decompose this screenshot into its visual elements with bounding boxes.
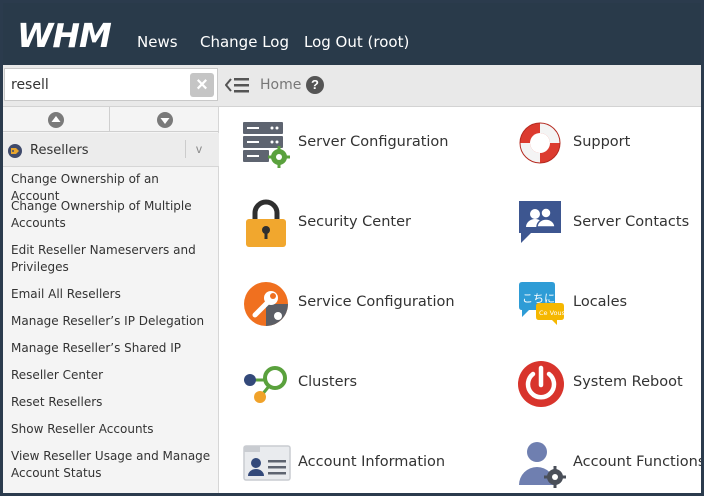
- help-icon[interactable]: ?: [306, 76, 324, 94]
- id-card-icon[interactable]: [242, 443, 292, 488]
- tile-support[interactable]: Support: [573, 134, 630, 150]
- logo-text: WHM: [17, 19, 112, 51]
- scroll-down-button[interactable]: [111, 107, 219, 132]
- whm-window: WHM News Change Log Log Out (root) × Hom…: [0, 0, 704, 496]
- sidebar-group-label: Resellers: [30, 143, 89, 158]
- collapse-sidebar-icon[interactable]: [224, 75, 251, 100]
- locales-icon[interactable]: こちに Ce Vous: [517, 281, 566, 332]
- close-icon[interactable]: ×: [190, 73, 214, 97]
- tag-icon: [7, 143, 23, 164]
- tile-account-functions[interactable]: Account Functions: [573, 454, 701, 470]
- power-icon[interactable]: [517, 360, 565, 413]
- nav-change-log-link[interactable]: Change Log: [200, 33, 289, 51]
- breadcrumb-home[interactable]: Home: [260, 77, 301, 93]
- scroll-up-button[interactable]: [3, 107, 110, 132]
- search-box: ×: [4, 68, 218, 101]
- sidebar-item-edit-nameservers[interactable]: Edit Reseller Nameservers and Privileges: [11, 242, 211, 276]
- locales-badge-sub: Ce Vous: [539, 309, 565, 317]
- tile-security-center[interactable]: Security Center: [298, 214, 411, 230]
- sidebar-item-reseller-usage[interactable]: View Reseller Usage and Manage Account S…: [11, 448, 211, 482]
- sidebar-item-reset-resellers[interactable]: Reset Resellers: [11, 394, 211, 411]
- lifebuoy-icon[interactable]: [517, 120, 563, 171]
- chevron-up-icon: [48, 112, 64, 128]
- user-gear-icon[interactable]: [517, 439, 567, 493]
- tile-locales[interactable]: Locales: [573, 294, 627, 310]
- chevron-down-icon: [157, 112, 173, 128]
- tile-clusters[interactable]: Clusters: [298, 374, 357, 390]
- sidebar-scroll-controls: [3, 107, 219, 132]
- divider: [185, 140, 186, 158]
- sidebar-item-ip-delegation[interactable]: Manage Reseller’s IP Delegation: [11, 313, 211, 330]
- sidebar-item-reseller-center[interactable]: Reseller Center: [11, 367, 211, 384]
- server-config-icon[interactable]: [242, 120, 290, 173]
- nav-news-link[interactable]: News: [137, 33, 178, 51]
- tile-server-contacts[interactable]: Server Contacts: [573, 214, 689, 230]
- whm-logo[interactable]: WHM: [17, 16, 121, 56]
- tile-account-information[interactable]: Account Information: [298, 454, 445, 470]
- top-bar: WHM News Change Log Log Out (root): [3, 3, 701, 65]
- sidebar: Resellers v Change Ownership of an Accou…: [3, 107, 219, 493]
- search-input[interactable]: [11, 74, 181, 96]
- contacts-icon[interactable]: [517, 199, 563, 250]
- sidebar-item-shared-ip[interactable]: Manage Reseller’s Shared IP: [11, 340, 211, 357]
- sidebar-item-show-accounts[interactable]: Show Reseller Accounts: [11, 421, 211, 438]
- wrench-gear-icon[interactable]: [242, 280, 290, 333]
- sidebar-group-resellers[interactable]: Resellers v: [3, 133, 219, 167]
- sidebar-item-change-ownership-multiple[interactable]: Change Ownership of Multiple Accounts: [11, 198, 211, 232]
- sidebar-item-email-resellers[interactable]: Email All Resellers: [11, 286, 211, 303]
- nav-logout-link[interactable]: Log Out (root): [304, 33, 409, 51]
- tile-system-reboot[interactable]: System Reboot: [573, 374, 683, 390]
- group-collapse-toggle[interactable]: v: [196, 142, 202, 156]
- search-bar: × Home ?: [3, 65, 701, 107]
- clusters-icon[interactable]: [242, 363, 292, 410]
- tile-service-configuration[interactable]: Service Configuration: [298, 294, 455, 310]
- padlock-icon[interactable]: [244, 199, 288, 254]
- tile-server-configuration[interactable]: Server Configuration: [298, 134, 449, 150]
